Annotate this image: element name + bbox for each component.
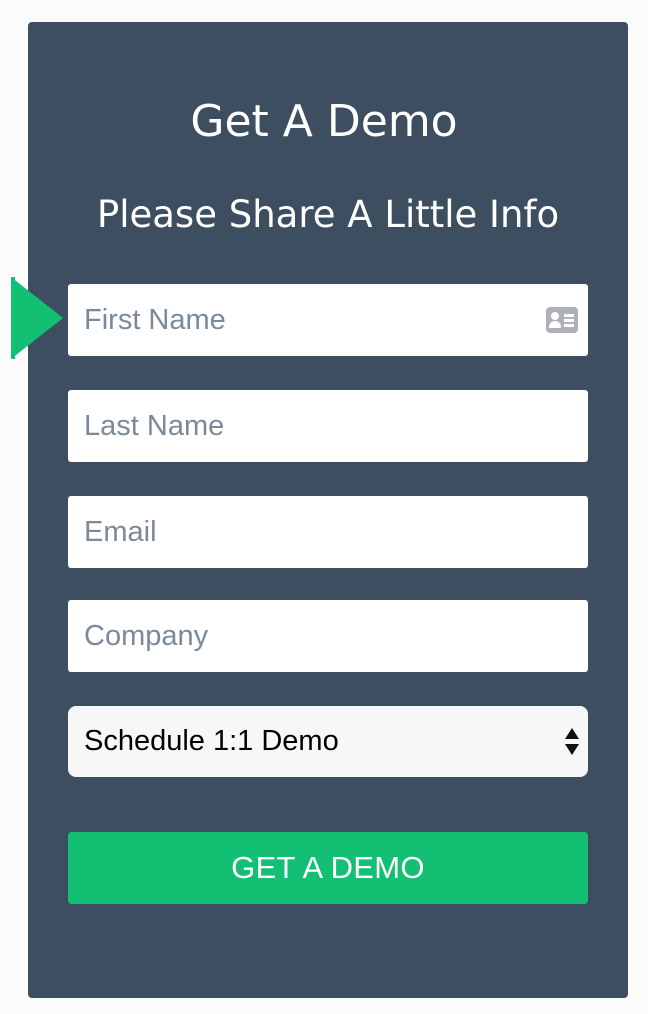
- company-input[interactable]: [68, 600, 588, 672]
- form-title: Get A Demo: [190, 96, 458, 147]
- pointer-arrow-icon: [11, 277, 63, 359]
- select-arrows-icon: [565, 728, 579, 756]
- contact-card-icon[interactable]: [546, 307, 578, 333]
- demo-type-selected-value: Schedule 1:1 Demo: [84, 725, 339, 757]
- get-a-demo-button[interactable]: GET A DEMO: [68, 832, 588, 904]
- form-subtitle: Please Share A Little Info: [96, 193, 560, 236]
- last-name-input[interactable]: [68, 390, 588, 462]
- demo-type-select[interactable]: Schedule 1:1 Demo: [68, 706, 588, 777]
- email-input[interactable]: [68, 496, 588, 568]
- first-name-input[interactable]: [68, 284, 588, 356]
